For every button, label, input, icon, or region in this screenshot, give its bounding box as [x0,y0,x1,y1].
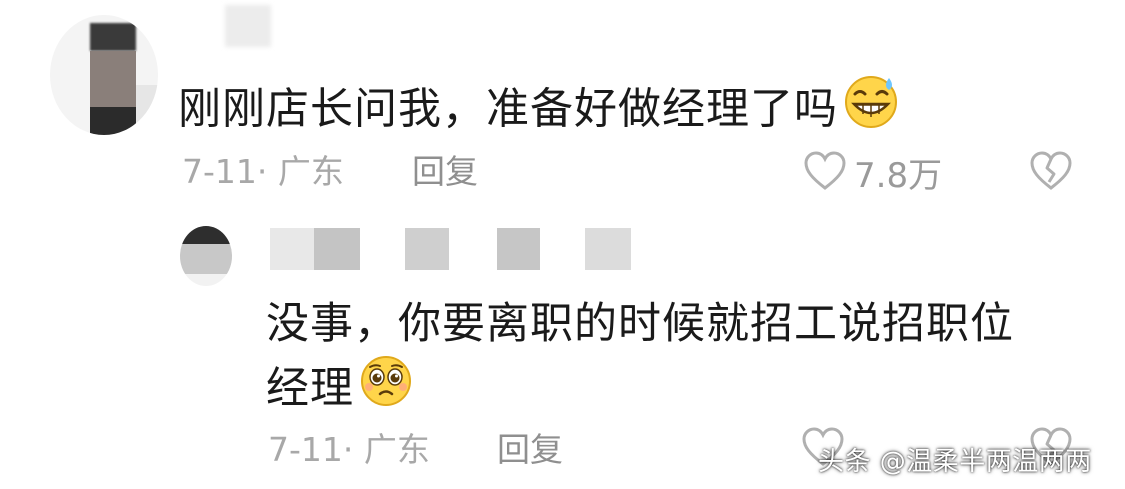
reply-button[interactable]: 回复 [412,152,478,192]
reply-username-redacted[interactable] [497,228,540,270]
reply-username-redacted[interactable] [314,228,360,270]
broken-heart-icon [1028,151,1074,196]
reply-avatar[interactable] [180,226,232,286]
pleading-face-emoji-icon [358,352,414,422]
heart-outline-icon [802,150,848,201]
dislike-button[interactable] [1028,150,1074,196]
comment-text: 刚刚店长问我，准备好做经理了吗 [178,76,900,148]
reply-text-line-1: 没事，你要离职的时候就招工说招职位 [266,299,1014,349]
comment-thread: 刚刚店长问我，准备好做经理了吗 7-11· 广东 回复 7.8万 没事，你要离职… [0,0,1125,489]
comment-date-location: 7-11· 广东 [182,152,344,191]
reply-button[interactable]: 回复 [497,430,563,470]
watermark: 头条 @温柔半两温两两 [818,447,1092,477]
avatar[interactable] [50,15,158,135]
reply-username-redacted[interactable] [270,228,314,270]
reply-username-redacted[interactable] [585,228,631,270]
reply-text-line-2: 经理 [266,356,414,426]
like-count: 7.8万 [854,155,943,196]
reply-username-redacted[interactable] [405,228,449,270]
reply-date-location: 7-11· 广东 [268,430,430,469]
like-button[interactable]: 7.8万 [802,150,942,201]
reply-body-end: 经理 [266,363,354,414]
comment-body: 刚刚店长问我，准备好做经理了吗 [178,84,838,135]
username-redacted[interactable] [225,5,271,47]
grinning-sweat-emoji-icon [842,72,900,144]
